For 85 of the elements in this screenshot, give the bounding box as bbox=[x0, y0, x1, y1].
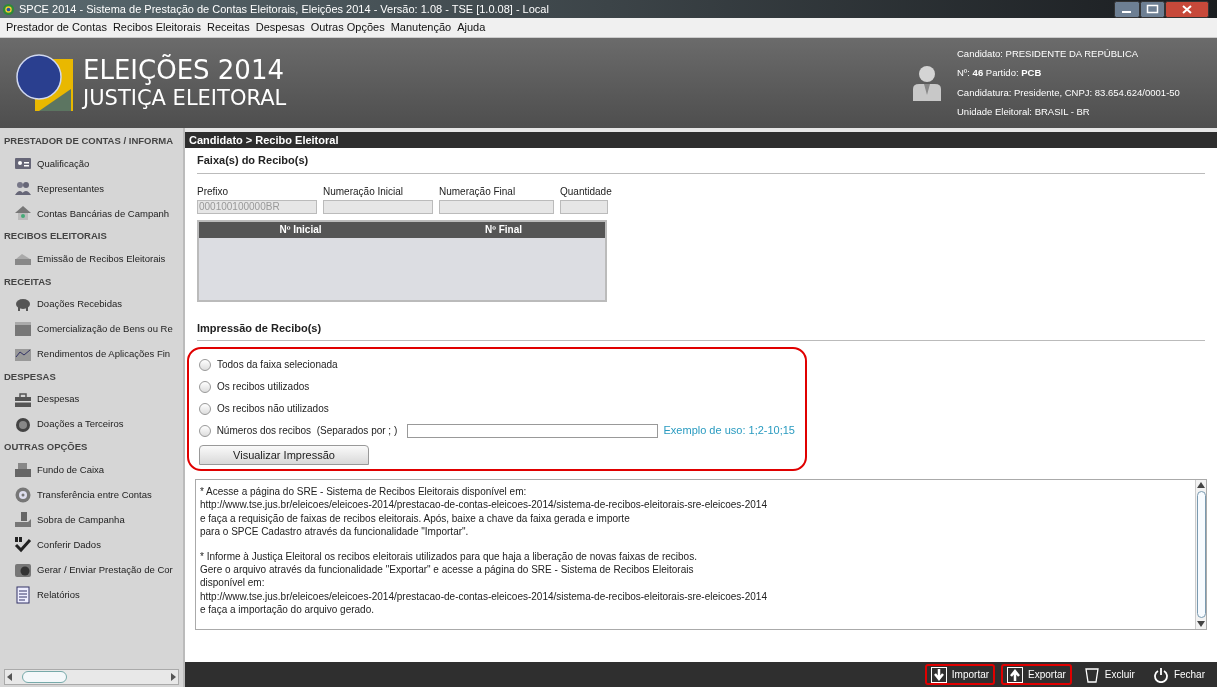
house-icon bbox=[14, 204, 32, 223]
sidebar-item[interactable]: Rendimentos de Aplicações Fin bbox=[0, 341, 183, 367]
toolbar-button[interactable]: Excluir bbox=[1077, 664, 1141, 685]
election-logo-icon bbox=[15, 53, 75, 113]
maximize-button[interactable] bbox=[1140, 0, 1165, 18]
radio-label: Todos da faixa selecionada bbox=[217, 358, 338, 372]
sidebar-item[interactable]: Comercialização de Bens ou Re bbox=[0, 316, 183, 342]
sidebar-heading: RECEITAS bbox=[3, 274, 53, 289]
sidebar-heading: DESPESAS bbox=[3, 369, 57, 384]
info-line: para o SPCE Cadastro através da funcionalidade "Importar". bbox=[200, 525, 470, 539]
radio-label: Os recibos utilizados bbox=[217, 380, 310, 394]
header-subtitle: JUSTIÇA ELEITORAL bbox=[83, 85, 287, 111]
radio-button[interactable] bbox=[199, 380, 211, 393]
toolbar-button[interactable]: Exportar bbox=[1001, 664, 1072, 685]
sidebar-heading: RECIBOS ELEITORAIS bbox=[3, 229, 108, 244]
candidate-info: Candidatura: Presidente, CNPJ: 83.654.624/0001-50 bbox=[957, 85, 1181, 100]
sidebar-item[interactable]: Doações a Terceiros bbox=[0, 412, 183, 437]
document-icon bbox=[14, 585, 32, 604]
close-button[interactable] bbox=[1165, 0, 1209, 18]
candidate-info: Candidato: PRESIDENTE DA REPÚBLICA bbox=[957, 47, 1140, 61]
sidebar-item[interactable]: Sobra de Campanha bbox=[0, 507, 183, 533]
bin-icon bbox=[1083, 666, 1100, 683]
sidebar-heading: OUTRAS OPÇÕES bbox=[3, 440, 89, 454]
window-title: SPCE 2014 - Sistema de Prestação de Contas Eleitorais, Eleições 2014 - Versão: 1.08 - TSE [1.0.08] - Local bbox=[19, 1, 549, 17]
menu-item[interactable]: Outras Opções bbox=[310, 19, 385, 36]
menu-item[interactable]: Receitas bbox=[206, 19, 250, 36]
usage-example: Exemplo de uso: 1;2-10;15 bbox=[663, 423, 795, 439]
section-title: Impressão de Recibo(s) bbox=[197, 319, 1205, 341]
input-field[interactable] bbox=[407, 423, 658, 438]
menu-item[interactable]: Recibos Eleitorais bbox=[112, 19, 201, 36]
radio-label: Números dos recibos (Separados por ; ) bbox=[216, 424, 398, 438]
coin-icon bbox=[14, 415, 32, 434]
info-line: e faça a requisição de faixas de recibos eleitorais. Após, baixe a chave da faixa gerada e importe bbox=[200, 511, 631, 526]
section-title: Faixa(s) do Recibo(s) bbox=[197, 152, 1205, 174]
menu-item[interactable]: Despesas bbox=[255, 19, 305, 36]
toolbar-button[interactable]: Fechar bbox=[1146, 664, 1211, 685]
radio-label: Os recibos não utilizados bbox=[217, 402, 329, 416]
menu-item[interactable]: Manutenção bbox=[390, 19, 452, 36]
info-line: e faça a importação do arquivo gerado. bbox=[200, 603, 375, 617]
people-icon bbox=[14, 179, 32, 198]
field-label: Numeração Inicial bbox=[323, 184, 405, 199]
sidebar-item[interactable]: Fundo de Caixa bbox=[0, 457, 183, 483]
vertical-scrollbar[interactable] bbox=[1195, 480, 1206, 629]
radio-button[interactable] bbox=[199, 358, 211, 371]
sidebar-item[interactable]: Despesas bbox=[0, 387, 183, 412]
sidebar-item[interactable]: Emissão de Recibos Eleitorais bbox=[0, 246, 183, 272]
sidebar-item[interactable]: Gerar / Enviar Prestação de Cor bbox=[0, 557, 183, 583]
sidebar-item[interactable]: Qualificação bbox=[0, 151, 183, 177]
spell-check-icon bbox=[14, 535, 32, 554]
power-icon bbox=[1152, 666, 1169, 683]
disc-icon bbox=[14, 485, 32, 504]
radio-button[interactable] bbox=[199, 424, 211, 437]
info-line: * Informe à Justiça Eleitoral os recibos eleitorais utilizados para que haja a liberação de novas faixas de recibos. bbox=[200, 549, 698, 564]
sidebar-heading: PRESTADOR DE CONTAS / INFORMA bbox=[3, 134, 175, 148]
menu-item[interactable]: Ajuda bbox=[457, 19, 486, 36]
info-line: Gere o arquivo através da funcionalidade "Exportar" e acesse a página do SRE - Sistema de Recibos Eleitorais bbox=[200, 563, 695, 577]
menu-item[interactable]: Prestador de Contas bbox=[6, 19, 107, 36]
radio-button[interactable] bbox=[199, 402, 211, 415]
sidebar-item[interactable]: Relatórios bbox=[0, 582, 183, 608]
preview-print-button[interactable]: Visualizar Impressão bbox=[199, 445, 369, 465]
column-header: Nº Final bbox=[484, 223, 523, 237]
field-label: Numeração Final bbox=[439, 184, 517, 199]
download-icon bbox=[930, 666, 947, 683]
column-header: Nº Inicial bbox=[278, 223, 323, 237]
user-avatar-icon bbox=[911, 65, 943, 101]
sidebar-item[interactable]: Conferir Dados bbox=[0, 532, 183, 558]
info-line: http://www.tse.jus.br/eleicoes/eleicoes-2014/prestacao-de-contas-eleicoes-2014/sistema-de-recibos-eleitorais-sre-eleicoes-2014 bbox=[200, 589, 768, 604]
toolbar-button[interactable]: Importar bbox=[924, 664, 996, 685]
sidebar-item[interactable]: Representantes bbox=[0, 176, 183, 202]
info-line: disponível em: bbox=[200, 576, 266, 590]
upload-icon bbox=[1007, 666, 1024, 683]
briefcase-icon bbox=[14, 390, 32, 409]
header-title: ELEIÇÕES 2014 bbox=[83, 55, 285, 85]
candidate-info: Nº: 46 Partido: PCB bbox=[957, 66, 1043, 81]
sidebar-item[interactable]: Transferência entre Contas bbox=[0, 482, 183, 508]
sidebar-item[interactable]: Contas Bancárias de Campanh bbox=[0, 201, 183, 227]
minimize-button[interactable] bbox=[1114, 0, 1140, 18]
candidate-info: Unidade Eleitoral: BRASIL - BR bbox=[957, 104, 1091, 119]
horizontal-scrollbar[interactable] bbox=[4, 669, 179, 685]
breadcrumb-bar: Candidato > Recibo Eleitoral bbox=[185, 132, 1217, 148]
info-line: http://www.tse.jus.br/eleicoes/eleicoes-2014/prestacao-de-contas-eleicoes-2014/sistema-de-recibos-eleitorais-sre-eleicoes-2014 bbox=[200, 498, 768, 512]
app-logo-icon bbox=[2, 2, 15, 16]
sidebar-item[interactable]: Doações Recebidas bbox=[0, 291, 183, 317]
field-label: Prefixo bbox=[197, 184, 230, 199]
info-line: * Acesse a página do SRE - Sistema de Recibos Eleitorais disponível em: bbox=[200, 485, 528, 499]
